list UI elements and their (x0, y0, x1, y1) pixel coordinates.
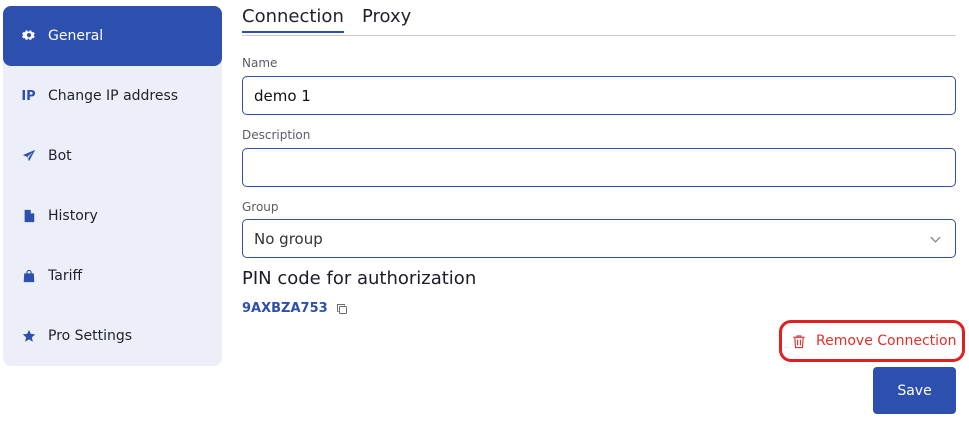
name-input[interactable]: demo 1 (242, 76, 956, 115)
star-icon (21, 329, 36, 344)
group-select[interactable]: No group (242, 219, 956, 258)
group-value: No group (254, 229, 323, 248)
tab-connection[interactable]: Connection (242, 6, 344, 33)
bag-icon (21, 269, 36, 284)
chevron-down-icon (930, 236, 941, 243)
sidebar-item-tariff[interactable]: Tariff (3, 246, 222, 306)
trash-icon (793, 334, 805, 348)
save-button[interactable]: Save (873, 367, 956, 414)
sidebar-item-history[interactable]: History (3, 186, 222, 246)
group-label: Group (242, 200, 279, 214)
name-value: demo 1 (254, 86, 311, 105)
name-label: Name (242, 56, 278, 70)
tab-proxy[interactable]: Proxy (362, 6, 411, 31)
sidebar-item-label: Tariff (48, 268, 83, 284)
sidebar-item-pro-settings[interactable]: Pro Settings (3, 306, 222, 366)
sidebar: General IP Change IP address Bot History… (3, 6, 222, 366)
pin-title: PIN code for authorization (242, 268, 477, 289)
sidebar-item-label: General (48, 28, 104, 44)
description-input[interactable] (242, 148, 956, 187)
sidebar-item-label: Pro Settings (48, 328, 133, 344)
sidebar-item-bot[interactable]: Bot (3, 126, 222, 186)
sidebar-item-general[interactable]: General (3, 6, 222, 66)
copy-icon[interactable] (336, 303, 348, 315)
document-icon (21, 209, 36, 224)
sidebar-item-label: History (48, 208, 98, 224)
sidebar-item-label: Change IP address (48, 88, 179, 104)
pin-code: 9AXBZA753 (242, 301, 328, 316)
sidebar-item-change-ip[interactable]: IP Change IP address (3, 66, 222, 126)
tab-bar: Connection Proxy (242, 6, 956, 36)
gear-icon (21, 29, 36, 44)
remove-connection-button[interactable]: Remove Connection (779, 320, 965, 362)
sidebar-item-label: Bot (48, 148, 72, 164)
send-icon (21, 149, 36, 164)
pin-code-row: 9AXBZA753 (242, 301, 348, 316)
remove-connection-label: Remove Connection (816, 333, 957, 349)
description-label: Description (242, 128, 311, 142)
ip-icon: IP (21, 88, 36, 104)
